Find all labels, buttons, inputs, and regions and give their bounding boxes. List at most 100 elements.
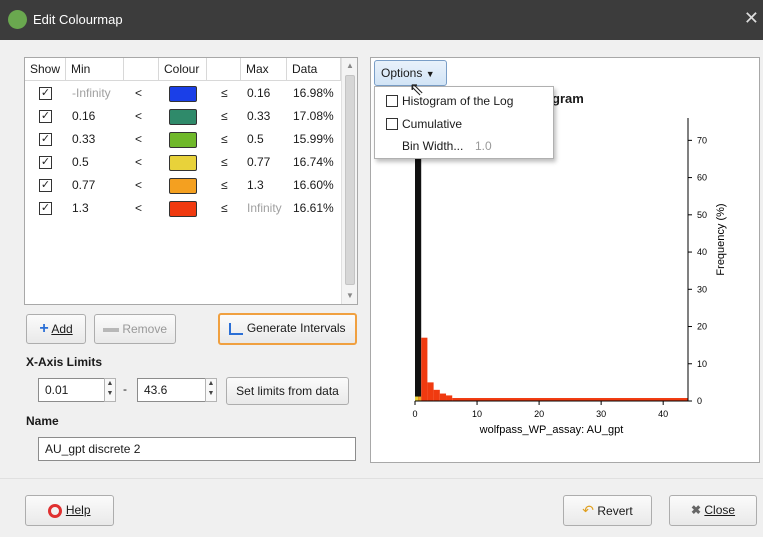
table-row[interactable]: ✓ -Infinity < ≤0.16 16.98% <box>25 82 341 105</box>
y-axis-label: Frequency (%) <box>715 203 727 275</box>
plus-icon: + <box>39 320 49 337</box>
revert-button[interactable]: ↶ Revert <box>563 495 652 526</box>
min-value[interactable]: 1.3 <box>72 197 89 220</box>
x-range-dash: - <box>123 382 127 396</box>
show-checkbox[interactable]: ✓ <box>39 110 52 123</box>
set-limits-from-data-button[interactable]: Set limits from data <box>226 377 349 405</box>
intervals-table[interactable]: Show Min Colour Max Data ✓ -Infinity < ≤0.1… <box>24 57 358 305</box>
y-tick-label: 20 <box>697 322 707 332</box>
y-tick-label: 30 <box>697 284 707 294</box>
max-value[interactable]: 0.16 <box>247 82 270 105</box>
less-equal-sign: ≤ <box>221 86 228 100</box>
data-percent: 16.61% <box>293 201 334 215</box>
x-tick-label: 0 <box>412 409 417 419</box>
max-value[interactable]: 1.3 <box>247 174 264 197</box>
less-than-sign: < <box>135 201 143 215</box>
column-header-max[interactable]: Max <box>241 58 287 81</box>
histogram-bar <box>446 395 453 401</box>
add-button[interactable]: + Add <box>26 314 86 344</box>
options-label: Options <box>381 66 423 80</box>
histogram-log-checkbox[interactable] <box>386 95 398 107</box>
x-min-input[interactable]: 0.01 <box>38 378 106 402</box>
table-row[interactable]: ✓ 0.16 < ≤0.33 17.08% <box>25 105 341 128</box>
close-x-icon: ✖ <box>690 503 702 517</box>
show-checkbox[interactable]: ✓ <box>39 202 52 215</box>
lifebuoy-icon <box>48 503 63 518</box>
table-row[interactable]: ✓ 0.33 < ≤0.5 15.99% <box>25 128 341 151</box>
histogram-bar <box>418 396 422 401</box>
table-scrollbar[interactable]: ▲ ▼ <box>341 58 357 304</box>
min-value[interactable]: 0.33 <box>72 128 95 151</box>
remove-button[interactable]: Remove <box>94 314 176 344</box>
name-input[interactable]: AU_gpt discrete 2 <box>38 437 356 461</box>
show-checkbox[interactable]: ✓ <box>39 156 52 169</box>
min-value[interactable]: 0.77 <box>72 174 95 197</box>
scroll-down-icon[interactable]: ▼ <box>346 291 354 300</box>
menu-item-label: Bin Width... <box>402 139 464 153</box>
remove-label: Remove <box>122 322 168 336</box>
colour-swatch[interactable] <box>169 109 197 125</box>
scroll-up-icon[interactable]: ▲ <box>346 61 354 70</box>
y-tick-label: 10 <box>697 359 707 369</box>
histogram-bar <box>421 337 428 401</box>
table-row[interactable]: ✓ 0.5 < ≤0.77 16.74% <box>25 151 341 174</box>
close-window-icon[interactable]: ✕ <box>744 8 759 29</box>
show-checkbox[interactable]: ✓ <box>39 179 52 192</box>
menu-item-cumulative[interactable]: Cumulative <box>375 113 553 135</box>
column-header-show[interactable]: Show <box>25 58 66 81</box>
menu-item-histogram-log[interactable]: Histogram of the Log <box>375 90 553 112</box>
histogram-bar <box>415 121 422 401</box>
less-than-sign: < <box>135 109 143 123</box>
max-value[interactable]: Infinity <box>247 197 282 220</box>
colour-swatch[interactable] <box>169 132 197 148</box>
less-than-sign: < <box>135 155 143 169</box>
chart-title: gram <box>552 91 584 106</box>
show-checkbox[interactable]: ✓ <box>39 133 52 146</box>
help-label: Help <box>65 503 91 517</box>
min-value[interactable]: 0.16 <box>72 105 95 128</box>
data-percent: 17.08% <box>293 109 334 123</box>
colour-swatch[interactable] <box>169 178 197 194</box>
less-than-sign: < <box>135 132 143 146</box>
x-axis-limits-label: X-Axis Limits <box>26 355 103 369</box>
y-tick-label: 40 <box>697 247 707 257</box>
undo-arrow-icon: ↶ <box>582 502 595 518</box>
y-tick-label: 50 <box>697 210 707 220</box>
colour-swatch[interactable] <box>169 201 197 217</box>
bin-width-value: 1.0 <box>475 139 492 153</box>
y-tick-label: 60 <box>697 173 707 183</box>
menu-item-bin-width[interactable]: Bin Width... 1.0 <box>375 135 553 157</box>
column-header-lt <box>124 58 159 81</box>
max-value[interactable]: 0.33 <box>247 105 270 128</box>
generate-intervals-label: Generate Intervals <box>246 321 346 335</box>
x-tick-label: 10 <box>472 409 482 419</box>
column-header-data[interactable]: Data <box>287 58 341 81</box>
min-value[interactable]: -Infinity <box>72 82 111 105</box>
max-value[interactable]: 0.5 <box>247 128 264 151</box>
name-label: Name <box>26 414 59 428</box>
add-label: Add <box>51 322 73 336</box>
help-button[interactable]: Help <box>25 495 114 526</box>
close-button[interactable]: ✖ Close <box>669 495 757 526</box>
close-label: Close <box>704 503 736 517</box>
table-row[interactable]: ✓ 1.3 < ≤ Infinity 16.61% <box>25 197 341 220</box>
cumulative-checkbox[interactable] <box>386 118 398 130</box>
table-row[interactable]: ✓ 0.77 < ≤1.3 16.60% <box>25 174 341 197</box>
column-header-colour[interactable]: Colour <box>159 58 207 81</box>
leaf-icon <box>8 10 27 29</box>
x-max-input[interactable]: 43.6 <box>137 378 207 402</box>
window-title: Edit Colourmap <box>33 12 123 27</box>
colour-swatch[interactable] <box>169 155 197 171</box>
colour-swatch[interactable] <box>169 86 197 102</box>
column-header-min[interactable]: Min <box>66 58 124 81</box>
x-min-spinner[interactable]: ▲ ▼ <box>104 378 116 402</box>
max-value[interactable]: 0.77 <box>247 151 270 174</box>
x-tick-label: 20 <box>534 409 544 419</box>
generate-intervals-button[interactable]: Generate Intervals <box>218 313 357 345</box>
mouse-cursor-icon: ⇖ <box>409 79 425 99</box>
x-max-spinner[interactable]: ▲ ▼ <box>205 378 217 402</box>
show-checkbox[interactable]: ✓ <box>39 87 52 100</box>
min-value[interactable]: 0.5 <box>72 151 89 174</box>
data-percent: 16.60% <box>293 178 334 192</box>
scroll-thumb[interactable] <box>345 75 355 285</box>
